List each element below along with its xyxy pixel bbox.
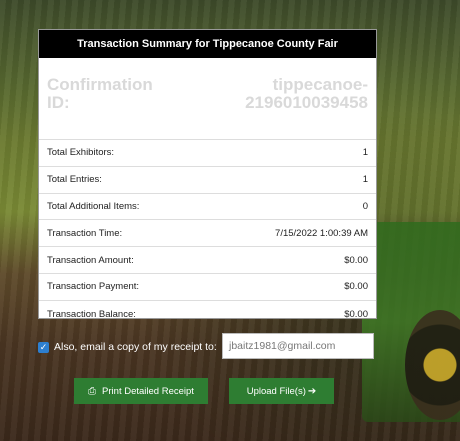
confirmation-block: Confirmation ID: tippecanoe-219601003945…: [39, 58, 376, 140]
email-address-input[interactable]: jbaitz1981@gmail.com: [222, 333, 374, 359]
confirmation-value: tippecanoe-2196010039458: [245, 75, 368, 112]
confirmation-label: Confirmation ID:: [47, 75, 153, 112]
transaction-summary-panel: Transaction Summary for Tippecanoe Count…: [38, 29, 377, 320]
row-label: Total Additional Items:: [47, 200, 140, 212]
row-label: Transaction Payment:: [47, 281, 140, 293]
row-transaction-time: Transaction Time: 7/15/2022 1:00:39 AM: [39, 220, 376, 248]
row-transaction-balance: Transaction Balance: $0.00: [39, 301, 376, 328]
row-label: Transaction Balance:: [47, 308, 136, 320]
row-value: $0.00: [344, 308, 368, 320]
row-transaction-payment: Transaction Payment: $0.00: [39, 274, 376, 301]
upload-files-button[interactable]: Upload File(s) ➔: [229, 378, 334, 404]
summary-rows: Total Exhibitors: 1 Total Entries: 1 Tot…: [39, 140, 376, 328]
row-label: Transaction Amount:: [47, 254, 134, 266]
arrow-right-icon: ➔: [307, 385, 317, 397]
row-value: $0.00: [344, 281, 368, 293]
row-value: $0.00: [344, 254, 368, 266]
row-value: 1: [362, 174, 368, 186]
row-label: Transaction Time:: [47, 227, 123, 239]
email-receipt-label: Also, email a copy of my receipt to:: [54, 341, 217, 353]
row-value: 7/15/2022 1:00:39 AM: [275, 227, 368, 239]
row-total-additional-items: Total Additional Items: 0: [39, 194, 376, 221]
row-total-entries: Total Entries: 1: [39, 167, 376, 194]
email-receipt-option: ✓ Also, email a copy of my receipt to:: [38, 334, 217, 360]
printer-icon: ⎙: [88, 385, 97, 397]
print-detailed-receipt-button[interactable]: ⎙ Print Detailed Receipt: [74, 378, 208, 404]
row-transaction-amount: Transaction Amount: $0.00: [39, 247, 376, 274]
row-label: Total Entries:: [47, 174, 102, 186]
email-receipt-checkbox[interactable]: ✓: [38, 341, 49, 353]
upload-button-label: Upload File(s): [246, 385, 306, 397]
row-value: 0: [362, 200, 368, 212]
row-total-exhibitors: Total Exhibitors: 1: [39, 140, 376, 167]
row-label: Total Exhibitors:: [47, 147, 115, 159]
row-value: 1: [362, 147, 368, 159]
panel-title: Transaction Summary for Tippecanoe Count…: [39, 30, 376, 58]
print-button-label: Print Detailed Receipt: [102, 385, 194, 397]
